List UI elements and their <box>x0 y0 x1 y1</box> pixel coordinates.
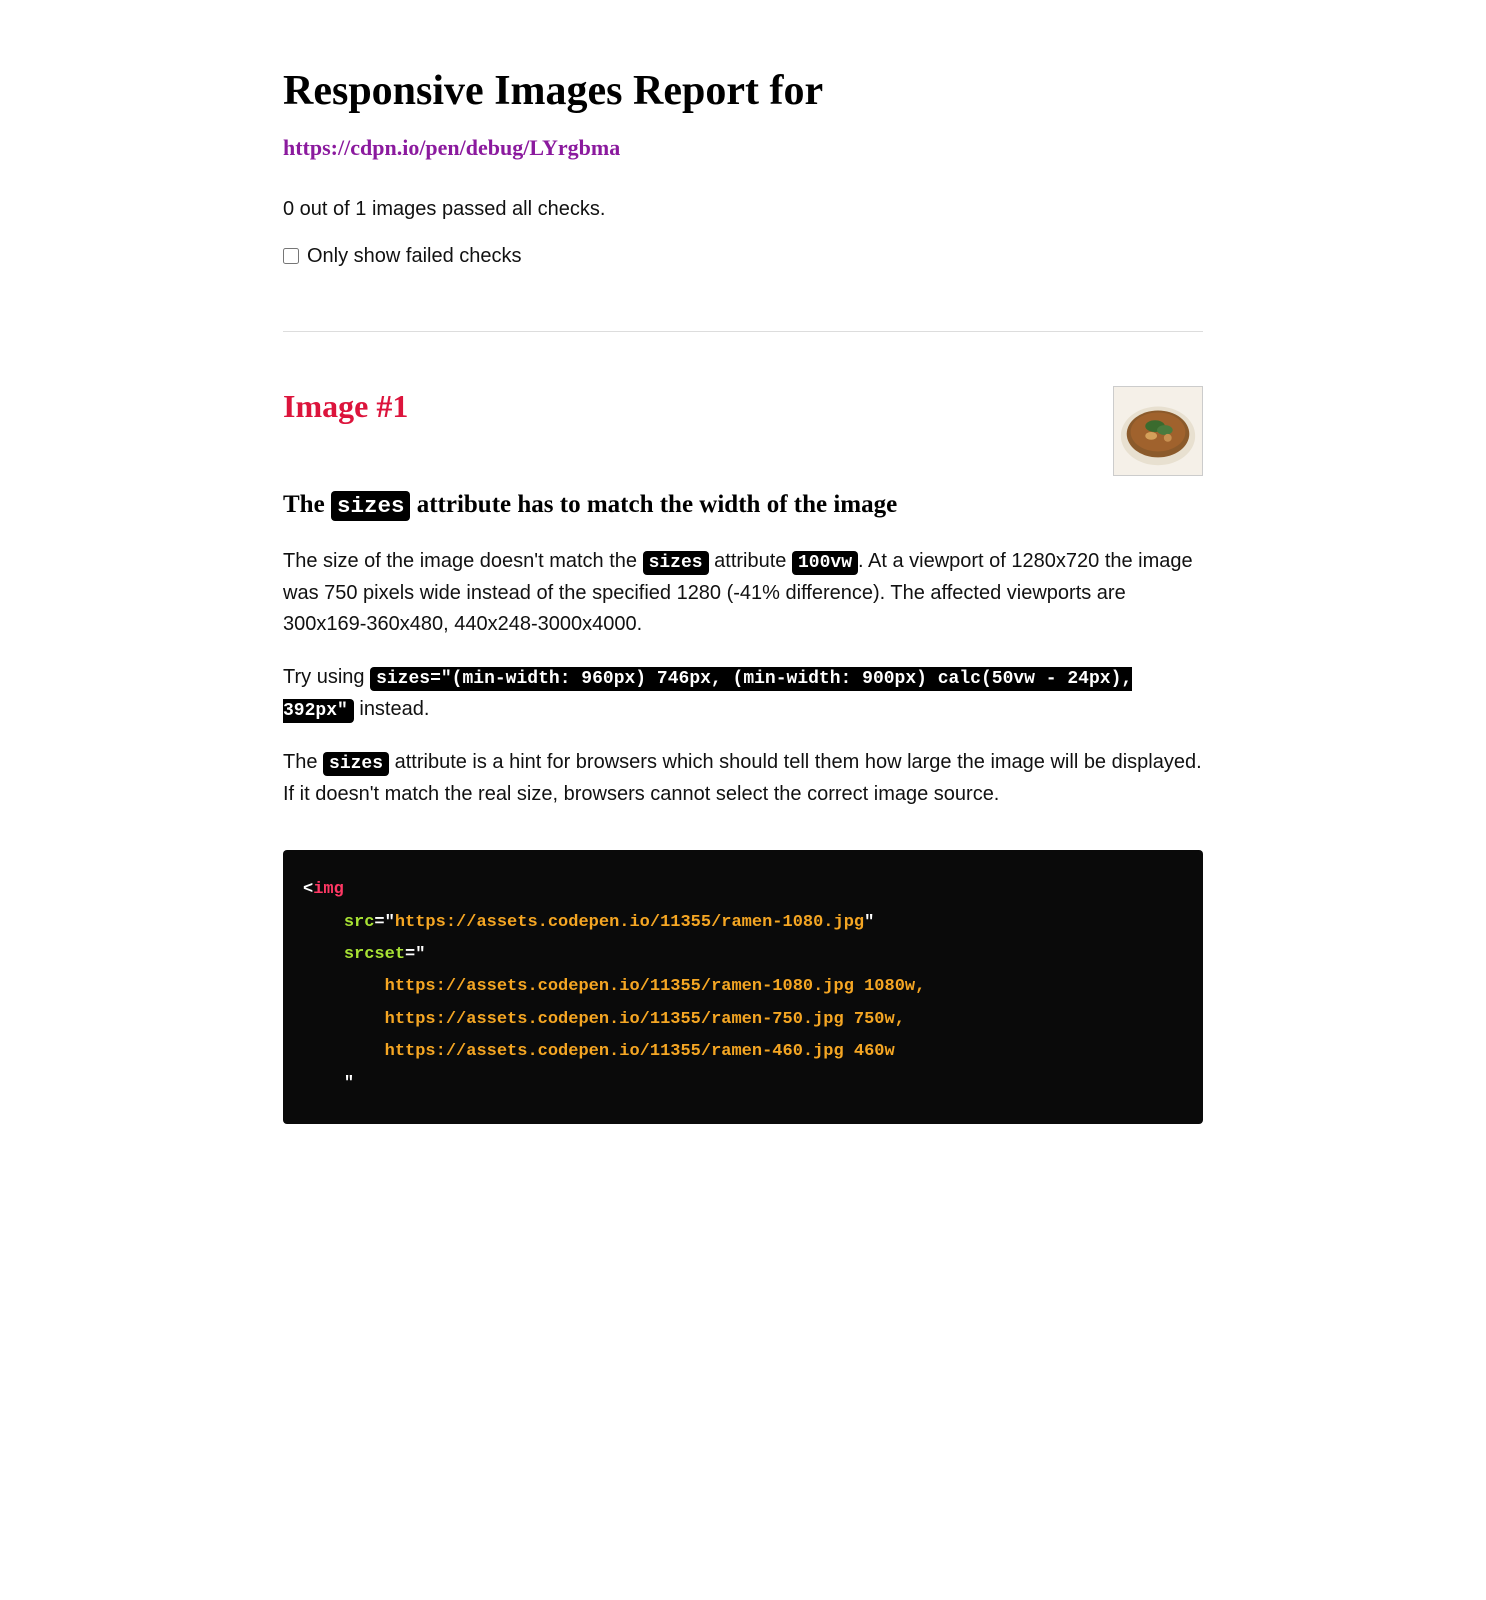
page-title: Responsive Images Report for <box>283 60 1203 123</box>
sizes-value-code: 100vw <box>792 551 858 575</box>
code-srcset-w-0: 1080w <box>864 977 915 996</box>
code-srcset-trail-0: , <box>915 977 925 996</box>
p1-pre: The size of the image doesn't match the <box>283 550 643 572</box>
p1-mid: attribute <box>709 550 792 572</box>
code-src-attr: src <box>344 913 375 932</box>
code-srcset-attr: srcset <box>344 945 405 964</box>
check-paragraph-1: The size of the image doesn't match the … <box>283 546 1203 640</box>
check-title-post: attribute has to match the width of the … <box>410 491 897 518</box>
check-paragraph-2: Try using sizes="(min-width: 960px) 746p… <box>283 662 1203 726</box>
divider <box>283 331 1203 332</box>
image-heading: Image #1 <box>283 382 408 430</box>
code-srcset-url-0: https://assets.codepen.io/11355/ramen-10… <box>385 977 854 996</box>
filter-failed-checkbox-row[interactable]: Only show failed checks <box>283 241 1203 271</box>
code-srcset-trail-1: , <box>895 1010 905 1029</box>
sizes-code-inline-2: sizes <box>323 752 389 776</box>
code-tag-name: img <box>313 880 344 899</box>
p2-pre: Try using <box>283 666 370 688</box>
p2-post: instead. <box>354 698 430 720</box>
check-paragraph-3: The sizes attribute is a hint for browse… <box>283 747 1203 810</box>
html-code-block: <img src="https://assets.codepen.io/1135… <box>283 850 1203 1124</box>
code-srcset-url-2: https://assets.codepen.io/11355/ramen-46… <box>385 1042 844 1061</box>
report-url-link[interactable]: https://cdpn.io/pen/debug/LYrgbma <box>283 131 1203 164</box>
p3-post: attribute is a hint for browsers which s… <box>283 751 1202 805</box>
image-thumbnail <box>1113 386 1203 476</box>
code-srcset-url-1: https://assets.codepen.io/11355/ramen-75… <box>385 1010 844 1029</box>
sizes-code-inline: sizes <box>643 551 709 575</box>
check-title-pre: The <box>283 491 331 518</box>
filter-failed-label: Only show failed checks <box>307 241 522 271</box>
code-src-val: https://assets.codepen.io/11355/ramen-10… <box>395 913 864 932</box>
summary-text: 0 out of 1 images passed all checks. <box>283 194 1203 225</box>
check-title: The sizes attribute has to match the wid… <box>283 486 1203 524</box>
code-srcset-w-1: 750w <box>854 1010 895 1029</box>
filter-failed-checkbox[interactable] <box>283 248 299 264</box>
code-srcset-w-2: 460w <box>854 1042 895 1061</box>
sizes-code: sizes <box>331 491 411 521</box>
p3-pre: The <box>283 751 323 773</box>
ramen-icon <box>1114 387 1202 475</box>
